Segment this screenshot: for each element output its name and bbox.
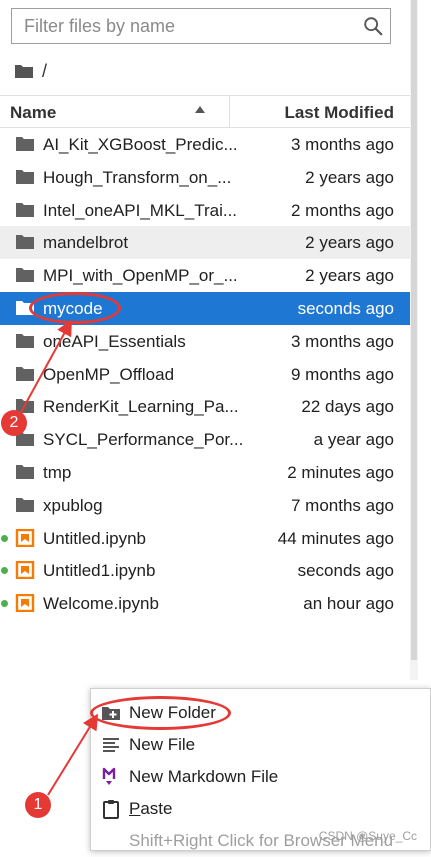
file-row[interactable]: Intel_oneAPI_MKL_Trai... 2 months ago <box>0 194 410 227</box>
notebook-icon <box>15 593 35 613</box>
annotation-badge-2: 2 <box>1 410 27 436</box>
menu-item-new-markdown[interactable]: New Markdown File <box>91 761 431 793</box>
file-modified: 3 months ago <box>290 135 394 154</box>
file-modified: 2 months ago <box>290 200 394 220</box>
file-modified: 2 years ago <box>305 233 394 253</box>
file-row[interactable]: SYCL_Performance_Por... a year ago <box>0 423 410 456</box>
file-name: RenderKit_Learning_Pa... <box>43 397 239 417</box>
watermark: CSDN @Suye_Cc <box>318 829 417 843</box>
file-row[interactable]: tmp 2 minutes ago <box>0 456 410 489</box>
file-modified: 44 minutes ago <box>277 528 394 548</box>
file-row[interactable]: Welcome.ipynb an hour ago <box>0 587 410 620</box>
file-row[interactable]: OpenMP_Offload 9 months ago <box>0 358 410 391</box>
file-row[interactable]: AI_Kit_XGBoost_Predic... 3 months ago <box>0 128 410 161</box>
folder-icon <box>15 168 35 186</box>
file-modified: an hour ago <box>303 594 394 614</box>
file-name: Intel_oneAPI_MKL_Trai... <box>43 200 238 220</box>
annotation-circle-new-folder <box>90 696 231 730</box>
file-name: Untitled.ipynb <box>43 528 147 548</box>
file-list-header: Name Last Modified <box>0 95 410 128</box>
search-icon[interactable] <box>362 15 384 37</box>
file-row[interactable]: Untitled1.ipynb seconds ago <box>0 554 410 587</box>
file-name: OpenMP_Offload <box>43 364 175 384</box>
breadcrumb-root[interactable]: / <box>42 61 47 82</box>
file-list: AI_Kit_XGBoost_Predic... 3 months ago Houg… <box>0 128 410 620</box>
file-modified: a year ago <box>313 430 394 450</box>
menu-item-new-file[interactable]: New File <box>91 729 431 761</box>
file-name: MPI_with_OpenMP_or_... <box>43 266 238 286</box>
file-name: SYCL_Performance_Por... <box>43 430 244 450</box>
folder-icon <box>15 266 35 284</box>
file-modified: seconds ago <box>297 561 394 581</box>
annotation-badge-1: 1 <box>25 792 51 818</box>
file-row[interactable]: oneAPI_Essentials 3 months ago <box>0 325 410 358</box>
file-name: AI_Kit_XGBoost_Predic... <box>43 135 238 154</box>
filter-box[interactable] <box>11 8 391 44</box>
file-modified: 2 years ago <box>305 266 394 286</box>
scrollbar-thumb[interactable] <box>411 0 417 660</box>
folder-icon <box>15 135 35 153</box>
file-name: Hough_Transform_on_... <box>43 167 232 187</box>
file-name: mandelbrot <box>43 233 129 253</box>
markdown-icon <box>102 767 116 785</box>
menu-label-new-file: New File <box>129 735 196 754</box>
column-divider[interactable] <box>229 96 230 128</box>
notebook-icon <box>15 528 35 547</box>
file-row[interactable]: Untitled.ipynb 44 minutes ago <box>0 522 410 555</box>
file-name: Welcome.ipynb <box>43 594 159 614</box>
file-modified: 3 months ago <box>290 331 394 351</box>
menu-label-new-markdown: New Markdown File <box>129 767 279 786</box>
file-name: oneAPI_Essentials <box>43 331 186 351</box>
running-indicator-dot <box>1 600 8 608</box>
filter-input[interactable] <box>12 9 352 43</box>
menu-item-paste[interactable]: Paste <box>91 793 431 825</box>
annotation-circle-mycode <box>29 292 121 324</box>
file-row[interactable]: mandelbrot 2 years ago <box>0 226 410 260</box>
file-modified: 7 months ago <box>290 495 394 515</box>
folder-icon <box>15 201 35 219</box>
file-modified: 2 minutes ago <box>287 462 394 482</box>
file-modified: seconds ago <box>297 298 394 318</box>
file-row[interactable]: MPI_with_OpenMP_or_... 2 years ago <box>0 259 410 292</box>
file-modified: 9 months ago <box>290 364 394 384</box>
folder-icon <box>15 233 35 251</box>
menu-label-paste: Paste <box>129 799 173 818</box>
last-modified-column-header[interactable]: Last Modified <box>284 103 394 123</box>
file-name: xpublog <box>43 495 103 515</box>
file-row[interactable]: RenderKit_Learning_Pa... 22 days ago <box>0 390 410 423</box>
notebook-icon <box>15 561 35 580</box>
folder-icon <box>15 463 35 481</box>
file-row[interactable]: Hough_Transform_on_... 2 years ago <box>0 161 410 194</box>
folder-icon <box>15 496 35 514</box>
file-name: tmp <box>43 462 72 482</box>
folder-icon <box>15 365 35 383</box>
file-modified: 22 days ago <box>301 397 394 417</box>
file-name: Untitled1.ipynb <box>43 561 156 581</box>
clipboard-icon <box>103 800 119 819</box>
file-modified: 2 years ago <box>305 167 394 187</box>
breadcrumb: / <box>14 60 47 82</box>
sort-ascending-icon <box>195 106 205 113</box>
running-indicator-dot <box>1 567 8 575</box>
folder-home-icon[interactable] <box>14 63 34 79</box>
text-file-icon <box>103 738 119 752</box>
name-column-header[interactable]: Name <box>10 103 56 123</box>
file-row[interactable]: xpublog 7 months ago <box>0 489 410 522</box>
running-indicator-dot <box>1 534 8 542</box>
folder-icon <box>15 332 35 350</box>
